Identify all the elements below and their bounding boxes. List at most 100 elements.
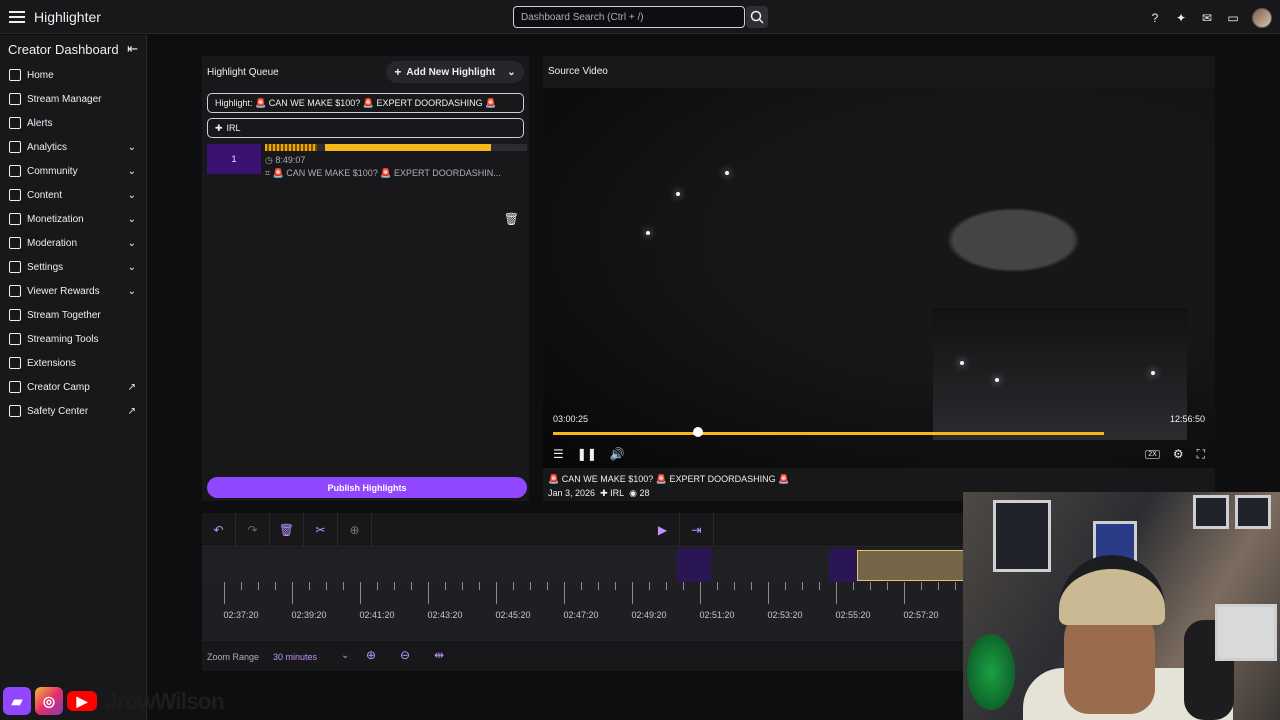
fit-timeline-icon[interactable]: ⇹ — [428, 648, 450, 666]
zoom-in-icon[interactable]: ⊕ — [360, 648, 382, 666]
twitch-icon: ▰ — [3, 687, 31, 715]
settings-icon[interactable]: ⚙ — [1173, 447, 1184, 461]
inbox-icon[interactable]: ✉ — [1200, 11, 1214, 25]
user-avatar[interactable] — [1252, 8, 1272, 28]
timeline-tick — [547, 582, 548, 590]
plus-icon: + — [394, 65, 402, 79]
sidebar-item-label: Safety Center — [27, 405, 89, 417]
sidebar-item-viewer-rewards[interactable]: Viewer Rewards ⌄ — [0, 279, 146, 303]
highlight-title-field[interactable]: Highlight: 🚨 CAN WE MAKE $100? 🚨 EXPERT … — [207, 93, 524, 113]
sidebar-item-stream-manager[interactable]: Stream Manager — [0, 87, 146, 111]
timeline-tick — [411, 582, 412, 590]
zoom-out-icon[interactable]: ⊖ — [394, 648, 416, 666]
category-value: IRL — [226, 123, 241, 133]
sidebar-item-label: Creator Camp — [27, 381, 90, 393]
volume-icon[interactable]: 🔊 — [610, 447, 625, 461]
add-new-highlight-label: Add New Highlight — [406, 66, 496, 78]
redo-button[interactable]: ↷ — [236, 513, 270, 547]
sidebar-item-extensions[interactable]: Extensions — [0, 351, 146, 375]
timeline-tick — [836, 582, 837, 604]
timeline-tick-label: 02:37:20 — [223, 610, 259, 620]
publish-highlights-button[interactable]: Publish Highlights — [207, 477, 527, 498]
sidebar-item-creator-camp[interactable]: Creator Camp ↗ — [0, 375, 146, 399]
stream-together-icon — [9, 309, 21, 321]
extensions-icon — [9, 357, 21, 369]
menu-button[interactable] — [8, 8, 26, 26]
zoom-range-label: Zoom Range — [207, 652, 260, 662]
video-player[interactable]: 03:00:25 12:56:50 ☰ ❚❚ 🔊 2X ⚙ ⛶ — [543, 88, 1215, 468]
chevron-down-icon[interactable]: ⌄ — [128, 286, 136, 297]
sidebar-item-label: Extensions — [27, 357, 76, 369]
fullscreen-icon[interactable]: ⛶ — [1197, 447, 1205, 462]
chevron-down-icon[interactable]: ⌄ — [128, 190, 136, 201]
dashboard-search-input[interactable]: Dashboard Search (Ctrl + /) — [513, 6, 745, 28]
timeline-tick — [479, 582, 480, 590]
help-icon[interactable]: ? — [1148, 11, 1162, 25]
chevron-down-icon[interactable]: ⌄ — [128, 214, 136, 225]
sidebar-item-label: Home — [27, 69, 54, 81]
clip-duration: ◷ 8:49:07 — [265, 155, 306, 165]
stream-metadata: Jan 3, 2026 ✚ IRL ◉ 28 — [548, 488, 650, 498]
chevron-down-icon[interactable]: ⌄ — [128, 166, 136, 177]
search-button[interactable] — [746, 6, 768, 28]
eye-icon: ◉ — [629, 488, 638, 498]
sidebar-item-content[interactable]: Content ⌄ — [0, 183, 146, 207]
chevron-down-icon[interactable]: ⌄ — [128, 262, 136, 273]
timeline-tick — [717, 582, 718, 590]
chapters-icon[interactable]: ☰ — [553, 447, 564, 461]
collapse-sidebar-icon[interactable]: ⇤ — [127, 41, 138, 57]
chevron-down-icon[interactable]: ⌄ — [128, 142, 136, 153]
delete-button[interactable]: 🗑 — [270, 513, 304, 547]
sidebar-item-safety-center[interactable]: Safety Center ↗ — [0, 399, 146, 423]
timeline-tick — [921, 582, 922, 590]
sidebar-item-label: Streaming Tools — [27, 333, 99, 345]
category-field[interactable]: ✚ IRL — [207, 118, 524, 138]
sidebar-item-streaming-tools[interactable]: Streaming Tools — [0, 327, 146, 351]
sidebar-item-alerts[interactable]: Alerts — [0, 111, 146, 135]
timeline-tick-label: 02:45:20 — [495, 610, 531, 620]
timeline-tick — [258, 582, 259, 590]
sidebar-item-community[interactable]: Community ⌄ — [0, 159, 146, 183]
sparkle-icon[interactable]: ✦ — [1174, 11, 1188, 25]
wall-frame — [1235, 495, 1271, 529]
timeline-tick — [564, 582, 565, 604]
clip-number: 1 — [207, 144, 261, 174]
sidebar-item-stream-together[interactable]: Stream Together — [0, 303, 146, 327]
video-progress-bar[interactable] — [553, 432, 1104, 435]
jump-to-playhead-button[interactable]: ⇥ — [680, 513, 714, 547]
cut-button[interactable]: ✂ — [304, 513, 338, 547]
undo-button[interactable]: ↶ — [202, 513, 236, 547]
delete-clip-button[interactable]: 🗑 — [504, 212, 519, 226]
sidebar-item-home[interactable]: Home — [0, 63, 146, 87]
timeline-tick — [870, 582, 871, 590]
add-new-highlight-button[interactable]: + Add New Highlight ⌄ — [386, 61, 524, 83]
stream-manager-icon — [9, 93, 21, 105]
plant-decoration — [967, 634, 1015, 710]
sidebar-item-analytics[interactable]: Analytics ⌄ — [0, 135, 146, 159]
timeline-tick — [615, 582, 616, 590]
zoom-range-select[interactable]: 30 minutes — [273, 652, 317, 662]
timeline-tick — [632, 582, 633, 604]
sidebar-item-label: Settings — [27, 261, 64, 273]
chat-icon[interactable]: ▭ — [1226, 11, 1240, 25]
timeline-tick — [513, 582, 514, 590]
timeline-tick — [700, 582, 701, 604]
sidebar-item-monetization[interactable]: Monetization ⌄ — [0, 207, 146, 231]
chevron-down-icon[interactable]: ⌄ — [341, 650, 349, 661]
add-marker-button[interactable]: ⊕ — [338, 513, 372, 547]
pause-icon[interactable]: ❚❚ — [577, 447, 597, 461]
chevron-down-icon[interactable]: ⌄ — [128, 238, 136, 249]
timeline-tick — [938, 582, 939, 590]
sidebar-item-settings[interactable]: Settings ⌄ — [0, 255, 146, 279]
play-button[interactable]: ▶ — [646, 513, 680, 547]
eagles-poster — [993, 500, 1051, 572]
progress-handle[interactable] — [693, 427, 703, 437]
timeline-tick — [428, 582, 429, 604]
highlight-clip[interactable]: 1 ◷ 8:49:07 ⌗ 🚨 CAN WE MAKE $100? 🚨 EXPE… — [207, 144, 529, 178]
sidebar-item-moderation[interactable]: Moderation ⌄ — [0, 231, 146, 255]
speed-badge[interactable]: 2X — [1145, 449, 1160, 459]
chevron-down-icon[interactable]: ⌄ — [507, 67, 515, 78]
clip-title: ⌗ 🚨 CAN WE MAKE $100? 🚨 EXPERT DOORDASHI… — [265, 168, 501, 178]
sidebar-item-label: Content — [27, 189, 63, 201]
channel-watermark: JrowWilson — [105, 687, 225, 714]
